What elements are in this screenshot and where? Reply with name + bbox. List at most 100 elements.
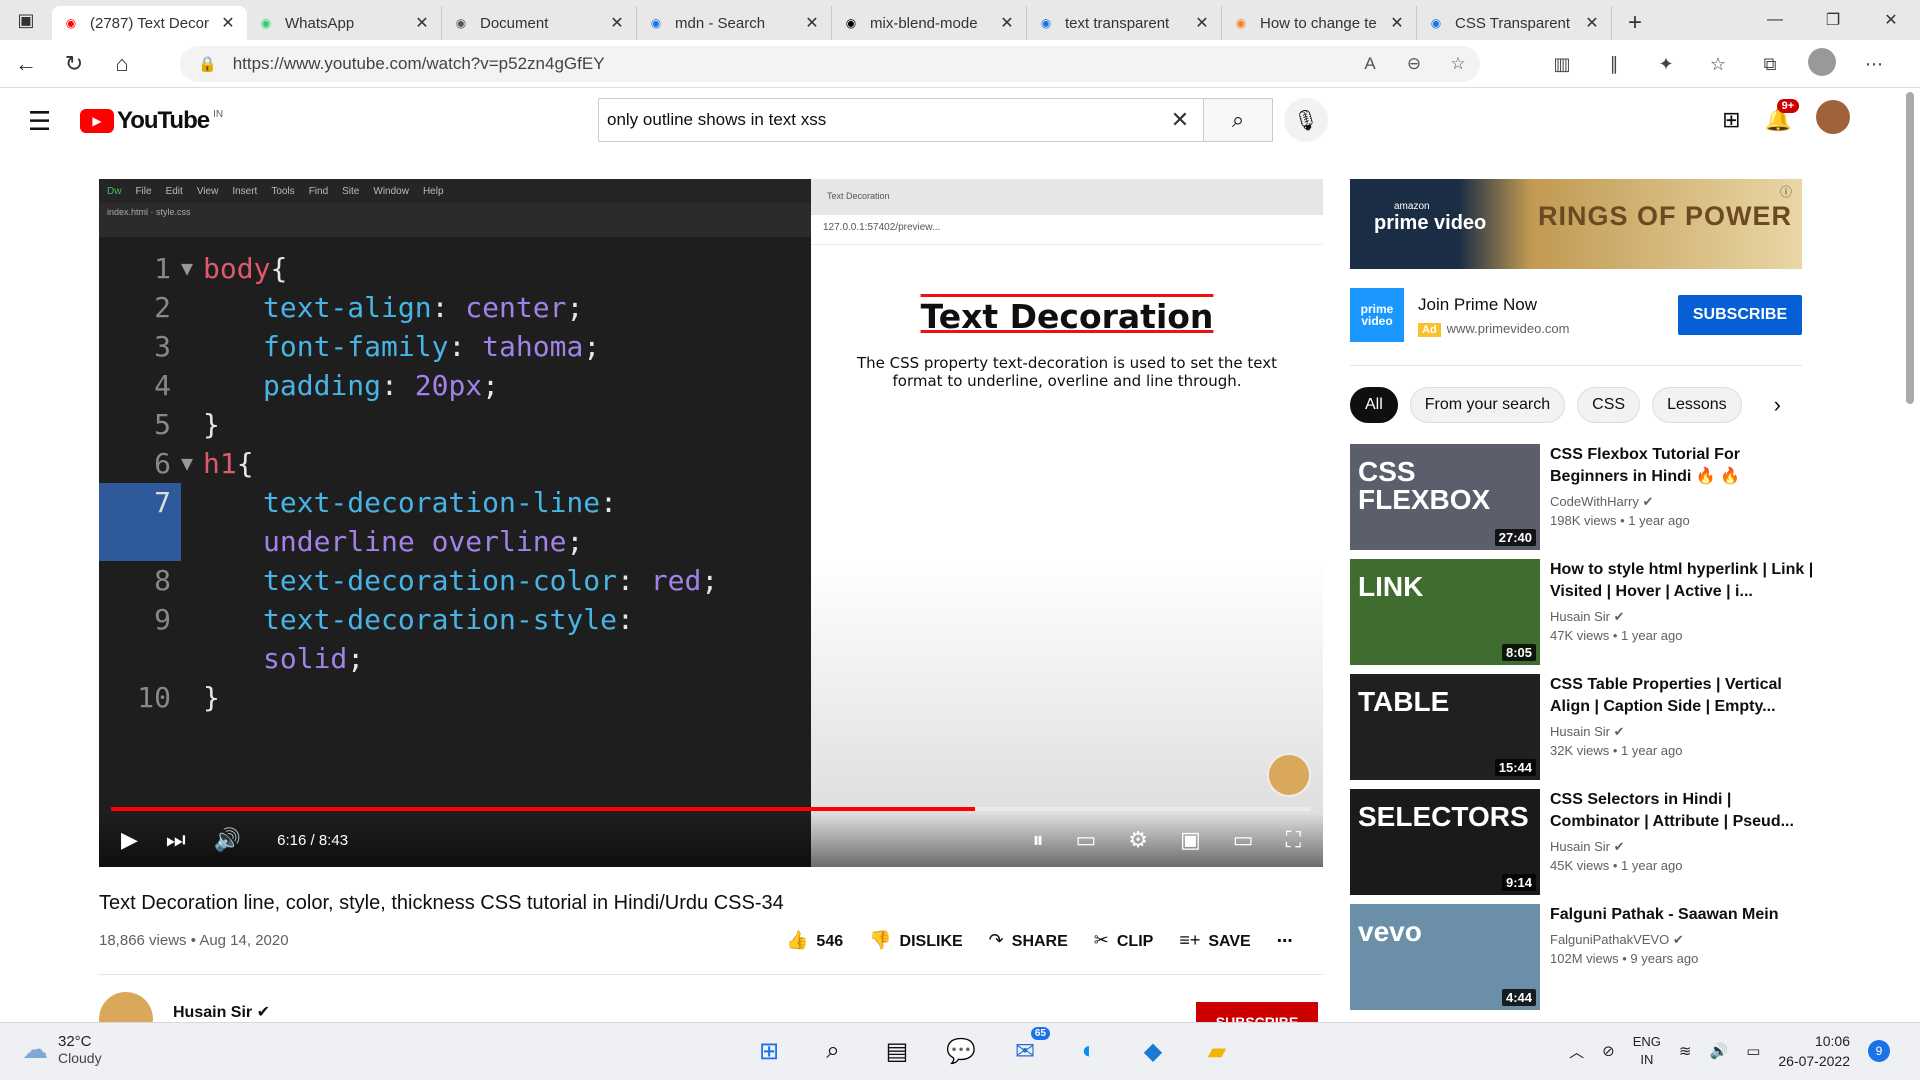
browser-tab[interactable]: ◉ mix-blend-mode ✕ [832,6,1027,40]
ad-info-icon[interactable]: ⓘ [1780,183,1792,200]
speaker-icon[interactable]: 🔊 [1710,1042,1729,1060]
rec-title[interactable]: CSS Flexbox Tutorial For Beginners in Hi… [1550,444,1820,488]
video-thumbnail[interactable]: CSS FLEXBOX 27:40 [1350,444,1540,550]
channel-name[interactable]: Husain Sir ✔ [173,1002,270,1022]
back-icon[interactable]: ← [4,44,48,84]
recommended-video[interactable]: vevo 4:44 Falguni Pathak - Saawan Mein Falg… [1350,904,1820,1018]
clear-search-icon[interactable]: ✕ [1157,107,1203,133]
browser-tab[interactable]: ◉ WhatsApp ✕ [247,6,442,40]
save-button[interactable]: ≡+ SAVE [1179,930,1250,951]
close-window-icon[interactable]: ✕ [1862,0,1920,40]
close-tab-icon[interactable]: ✕ [1388,13,1406,33]
progress-bar[interactable] [111,807,1311,811]
wifi-icon[interactable]: ≋ [1679,1042,1692,1060]
chevron-right-icon[interactable]: › [1774,392,1781,418]
browser-tab[interactable]: ◉ How to change te ✕ [1222,6,1417,40]
task-view-icon[interactable]: ▤ [880,1033,914,1069]
chat-icon[interactable]: 💬 [944,1033,978,1069]
next-icon[interactable]: ⏭ [166,827,186,853]
recommended-video[interactable]: LINK 8:05 How to style html hyperlink | Li… [1350,559,1820,673]
like-button[interactable]: 👍 546 [786,930,843,951]
browser-tab[interactable]: ◉ text transparent ✕ [1027,6,1222,40]
play-icon[interactable]: ▶ [121,827,138,853]
channel-watermark[interactable] [1267,753,1311,797]
rec-channel[interactable]: Husain Sir ✔ [1550,724,1820,740]
file-explorer-icon[interactable]: ▰ [1200,1033,1234,1069]
zoom-icon[interactable]: ⊖ [1392,54,1436,74]
video-thumbnail[interactable]: vevo 4:44 [1350,904,1540,1010]
fullscreen-icon[interactable]: ⛶ [1286,827,1301,853]
collections-icon[interactable]: ⧉ [1744,54,1796,75]
ad-subscribe-button[interactable]: SUBSCRIBE [1678,295,1802,335]
browser-tab[interactable]: ◉ mdn - Search ✕ [637,6,832,40]
recommended-video[interactable]: SELECTORS 9:14 CSS Selectors in Hindi | Co… [1350,789,1820,903]
favorite-add-icon[interactable]: ☆ [1436,54,1480,74]
notification-count[interactable]: 9 [1868,1040,1890,1062]
video-thumbnail[interactable]: TABLE 15:44 [1350,674,1540,780]
youtube-logo[interactable]: ▶ YouTube IN [80,107,223,135]
close-tab-icon[interactable]: ✕ [998,13,1016,33]
rec-title[interactable]: CSS Selectors in Hindi | Combinator | At… [1550,789,1820,833]
volume-icon[interactable]: 🔊 [214,827,241,853]
rec-channel[interactable]: FalguniPathakVEVO ✔ [1550,932,1820,948]
video-player[interactable]: Dw File Edit View Insert Tools Find Site Window H… [99,179,1323,867]
settings-icon[interactable]: ⚙ [1128,827,1148,853]
close-tab-icon[interactable]: ✕ [803,13,821,33]
new-tab-button[interactable]: + [1612,6,1658,40]
ad-banner[interactable]: amazon prime video RINGS OF POWER ⓘ [1350,179,1802,269]
video-thumbnail[interactable]: LINK 8:05 [1350,559,1540,665]
clip-button[interactable]: ✂ CLIP [1094,930,1154,951]
clock[interactable]: 10:06 26-07-2022 [1778,1031,1850,1071]
minimize-icon[interactable]: — [1746,0,1804,40]
dislike-button[interactable]: 👎 DISLIKE [869,930,963,951]
close-tab-icon[interactable]: ✕ [413,13,431,33]
home-icon[interactable]: ⌂ [100,44,144,84]
vscode-icon[interactable]: ◆ [1136,1033,1170,1069]
theater-mode-icon[interactable]: ▭ [1233,827,1254,853]
more-icon[interactable]: ⋯ [1848,54,1900,75]
filter-chip[interactable]: Lessons [1652,387,1742,423]
create-video-icon[interactable]: ⊞ [1722,107,1740,133]
filter-chip[interactable]: From your search [1409,387,1566,423]
rec-title[interactable]: How to style html hyperlink | Link | Vis… [1550,559,1820,603]
close-tab-icon[interactable]: ✕ [1193,13,1211,33]
rec-channel[interactable]: CodeWithHarry ✔ [1550,494,1820,510]
network-status-icon[interactable]: ⊘ [1602,1042,1615,1060]
refresh-icon[interactable]: ↻ [52,44,96,84]
recommended-video[interactable]: CSS FLEXBOX 27:40 CSS Flexbox Tutorial For… [1350,444,1820,558]
close-tab-icon[interactable]: ✕ [1583,13,1601,33]
rec-title[interactable]: CSS Table Properties | Vertical Align | … [1550,674,1820,718]
weather-widget[interactable]: ☁ 32°C Cloudy [22,1033,102,1066]
profile-icon[interactable] [1796,47,1848,81]
browser-tab[interactable]: ◉ CSS Transparent ✕ [1417,6,1612,40]
video-thumbnail[interactable]: SELECTORS 9:14 [1350,789,1540,895]
start-icon[interactable]: ⊞ [752,1033,786,1069]
search-button[interactable]: ⌕ [1203,98,1273,142]
search-icon[interactable]: ⌕ [816,1033,850,1069]
recommended-video[interactable]: TABLE 15:44 CSS Table Properties | Vertica… [1350,674,1820,788]
close-tab-icon[interactable]: ✕ [608,13,626,33]
close-tab-icon[interactable]: ✕ [219,13,237,33]
restore-icon[interactable]: ❐ [1804,0,1862,40]
extension-a-icon[interactable]: ∥ [1588,54,1640,75]
page-scrollbar[interactable] [1906,92,1914,404]
teams-icon[interactable]: ✉ 65 [1008,1027,1050,1069]
tab-actions-icon[interactable]: ▣ [0,0,52,40]
ad-title[interactable]: Join Prime Now [1418,295,1678,315]
rec-channel[interactable]: Husain Sir ✔ [1550,609,1820,625]
browser-tab[interactable]: ◉ (2787) Text Decor ✕ [52,6,247,40]
battery-icon[interactable]: ▭ [1746,1042,1760,1060]
avatar[interactable] [1816,100,1850,140]
url-field[interactable]: 🔒 https://www.youtube.com/watch?v=p52zn4… [180,46,1480,82]
show-hidden-icon[interactable]: ︿ [1569,1041,1584,1062]
favorites-icon[interactable]: ☆ [1692,54,1744,75]
performance-icon[interactable]: ▥ [1536,54,1588,75]
search-input[interactable]: only outline shows in text xss ✕ [598,98,1204,142]
rec-channel[interactable]: Husain Sir ✔ [1550,839,1820,855]
language-indicator[interactable]: ENG IN [1633,1033,1661,1069]
share-button[interactable]: ↷ SHARE [989,930,1068,951]
voice-search-icon[interactable]: 🎙 [1284,98,1328,142]
filter-chip[interactable]: All [1350,387,1398,423]
captions-icon[interactable]: ▭ [1075,827,1096,853]
browser-tab[interactable]: ◉ Document ✕ [442,6,637,40]
